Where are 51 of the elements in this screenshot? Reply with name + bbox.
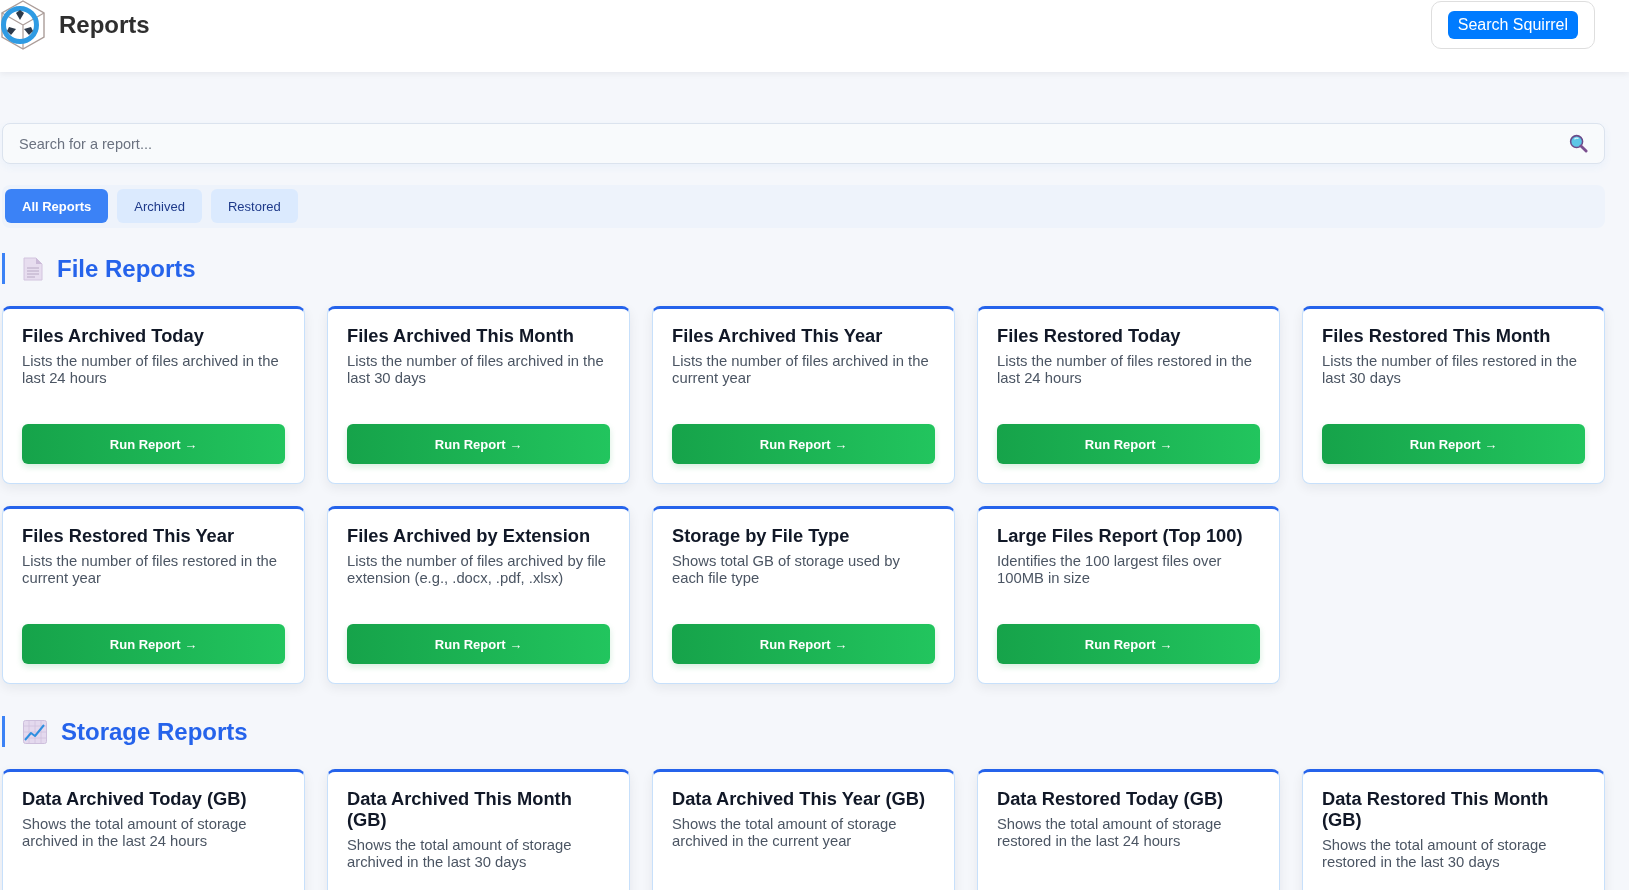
- card-title: Data Restored This Month (GB): [1322, 788, 1550, 830]
- card-title: Files Archived This Year: [672, 325, 884, 346]
- card-title: Storage by File Type: [672, 525, 851, 546]
- run-report-button[interactable]: Run Report →: [997, 624, 1260, 664]
- card-description: Lists the number of files archived by file extension (e.g., .docx, .pdf, .xlsx): [347, 553, 608, 587]
- card-title: Data Archived This Month (GB): [347, 788, 573, 830]
- card-description: Lists the number of files archived in the last 30 days: [347, 353, 605, 387]
- card-title: Files Archived Today: [22, 325, 205, 346]
- card-description: Shows total GB of storage used by each file type: [672, 553, 901, 587]
- run-report-button[interactable]: Run Report →: [347, 424, 610, 464]
- run-report-button[interactable]: Run Report →: [22, 424, 285, 464]
- section-title: File Reports: [57, 254, 196, 283]
- section-accent-bar: [2, 716, 5, 747]
- card-title: Files Restored This Year: [22, 525, 236, 546]
- card-title: Files Restored Today: [997, 325, 1182, 346]
- card-description: Shows the total amount of storage archived in the last 24 hours: [22, 816, 248, 850]
- card-description: Lists the number of files restored in the last 30 days: [1322, 353, 1578, 387]
- card-title: Files Archived by Extension: [347, 525, 592, 546]
- filter-tab[interactable]: Restored: [210, 189, 298, 223]
- card-title: Files Archived This Month: [347, 325, 575, 346]
- card-title: Large Files Report (Top 100): [997, 525, 1244, 546]
- card-description: Shows the total amount of storage restored in the last 24 hours: [997, 816, 1223, 850]
- section-accent-bar: [2, 253, 5, 284]
- card-description: Shows the total amount of storage restored in the last 30 days: [1322, 837, 1548, 871]
- run-report-button[interactable]: Run Report →: [997, 424, 1260, 464]
- card-title: Data Archived This Year (GB): [672, 788, 926, 809]
- run-report-button[interactable]: Run Report →: [672, 424, 935, 464]
- card-description: Lists the number of files archived in the current year: [672, 353, 930, 387]
- card-description: Shows the total amount of storage archived in the current year: [672, 816, 898, 850]
- search-squirrel-button[interactable]: Search Squirrel: [1447, 11, 1578, 39]
- card-description: Lists the number of files archived in the last 24 hours: [22, 353, 280, 387]
- search-field[interactable]: Search for a report...: [2, 123, 1605, 164]
- card-description: Identifies the 100 largest files over 100MB in size: [997, 553, 1223, 587]
- filter-tab[interactable]: Archived: [117, 189, 202, 223]
- line-chart-icon: [23, 719, 47, 744]
- search-icon: [1569, 134, 1588, 153]
- filter-tab[interactable]: All Reports: [5, 189, 109, 223]
- page-title: Reports: [59, 11, 150, 39]
- document-icon: [23, 256, 43, 281]
- logo-icon: [0, 0, 46, 50]
- card-description: Shows the total amount of storage archived in the last 30 days: [347, 837, 573, 871]
- run-report-button[interactable]: Run Report →: [672, 624, 935, 664]
- run-report-button[interactable]: Run Report →: [347, 624, 610, 664]
- card-description: Lists the number of files restored in the last 24 hours: [997, 353, 1253, 387]
- card-title: Files Restored This Month: [1322, 325, 1552, 346]
- card-title: Data Archived Today (GB): [22, 788, 248, 809]
- run-report-button[interactable]: Run Report →: [1322, 424, 1585, 464]
- section-title: Storage Reports: [61, 717, 248, 746]
- card-title: Data Restored Today (GB): [997, 788, 1225, 809]
- run-report-button[interactable]: Run Report →: [22, 624, 285, 664]
- card-description: Lists the number of files restored in the current year: [22, 553, 278, 587]
